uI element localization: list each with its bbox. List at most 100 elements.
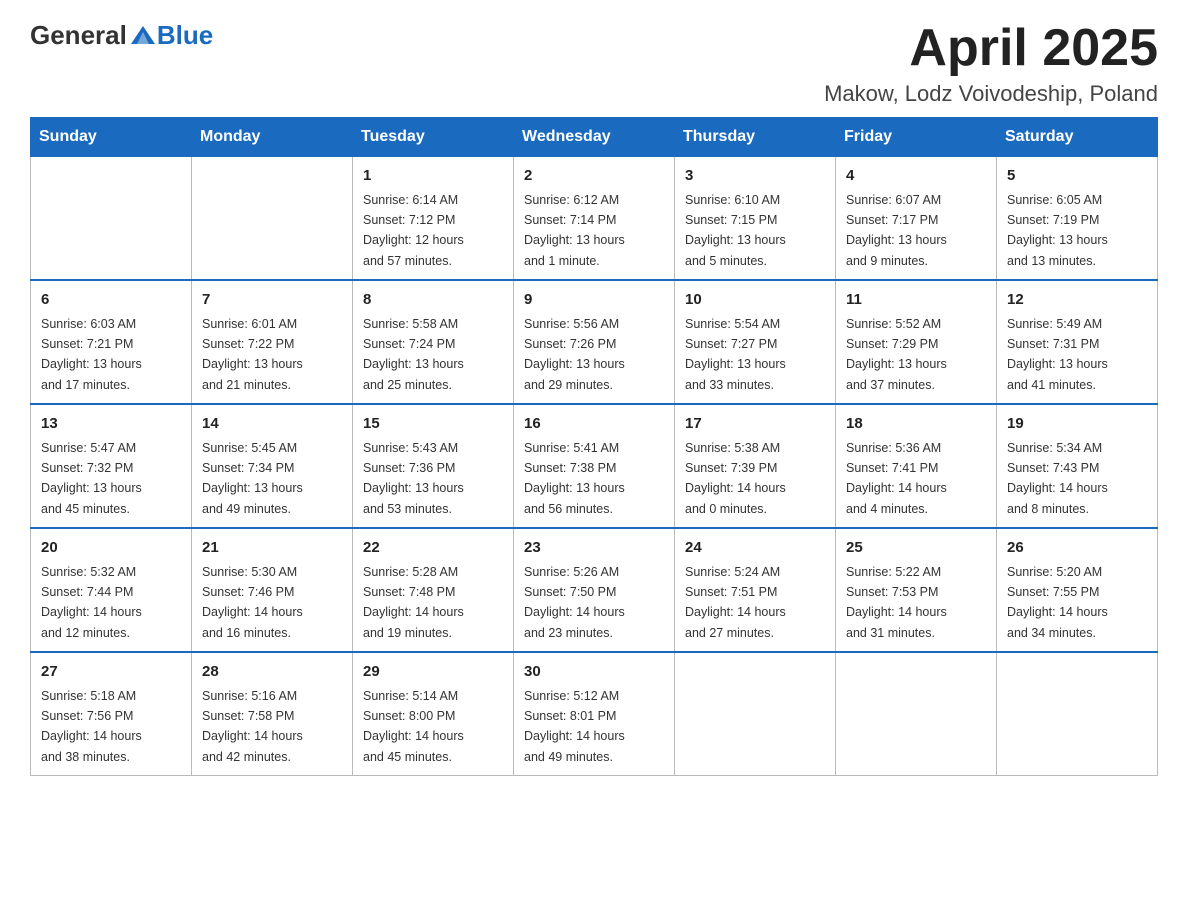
day-info: Sunrise: 6:01 AM Sunset: 7:22 PM Dayligh…: [202, 317, 303, 392]
calendar-cell: [836, 652, 997, 776]
page-header: General Blue April 2025 Makow, Lodz Voiv…: [30, 20, 1158, 107]
day-number: 14: [202, 413, 342, 436]
day-info: Sunrise: 5:22 AM Sunset: 7:53 PM Dayligh…: [846, 565, 947, 640]
calendar-week-row: 6Sunrise: 6:03 AM Sunset: 7:21 PM Daylig…: [31, 280, 1158, 404]
day-info: Sunrise: 5:26 AM Sunset: 7:50 PM Dayligh…: [524, 565, 625, 640]
day-number: 12: [1007, 289, 1147, 312]
calendar-cell: 12 Sunrise: 5:49 AM Sunset: 7:31 PM Dayli…: [997, 280, 1158, 404]
day-number: 21: [202, 537, 342, 560]
day-number: 11: [846, 289, 986, 312]
calendar-cell: 9 Sunrise: 5:56 AM Sunset: 7:26 PM Daylig…: [514, 280, 675, 404]
day-info: Sunrise: 6:10 AM Sunset: 7:15 PM Dayligh…: [685, 193, 786, 268]
calendar-cell: 10 Sunrise: 5:54 AM Sunset: 7:27 PM Dayli…: [675, 280, 836, 404]
calendar-cell: 17 Sunrise: 5:38 AM Sunset: 7:39 PM Dayli…: [675, 404, 836, 528]
calendar-cell: [997, 652, 1158, 776]
calendar-week-row: 1 Sunrise: 6:14 AM Sunset: 7:12 PM Daylig…: [31, 157, 1158, 281]
day-number: 17: [685, 413, 825, 436]
logo-general-text: General: [30, 20, 127, 51]
calendar-header: SundayMondayTuesdayWednesdayThursdayFrid…: [31, 118, 1158, 157]
calendar-cell: 4Sunrise: 6:07 AM Sunset: 7:17 PM Daylig…: [836, 157, 997, 281]
calendar-cell: 2 Sunrise: 6:12 AM Sunset: 7:14 PM Daylig…: [514, 157, 675, 281]
day-number: 24: [685, 537, 825, 560]
day-number: 4: [846, 165, 986, 188]
weekday-header-row: SundayMondayTuesdayWednesdayThursdayFrid…: [31, 118, 1158, 157]
calendar-cell: 21 Sunrise: 5:30 AM Sunset: 7:46 PM Dayli…: [192, 528, 353, 652]
calendar-cell: 26Sunrise: 5:20 AM Sunset: 7:55 PM Dayli…: [997, 528, 1158, 652]
calendar-cell: 3 Sunrise: 6:10 AM Sunset: 7:15 PM Daylig…: [675, 157, 836, 281]
calendar-cell: 14 Sunrise: 5:45 AM Sunset: 7:34 PM Dayli…: [192, 404, 353, 528]
day-number: 15: [363, 413, 503, 436]
day-number: 29: [363, 661, 503, 684]
day-info: Sunrise: 5:28 AM Sunset: 7:48 PM Dayligh…: [363, 565, 464, 640]
day-number: 1: [363, 165, 503, 188]
calendar-cell: 22 Sunrise: 5:28 AM Sunset: 7:48 PM Dayli…: [353, 528, 514, 652]
day-info: Sunrise: 5:38 AM Sunset: 7:39 PM Dayligh…: [685, 441, 786, 516]
day-info: Sunrise: 5:12 AM Sunset: 8:01 PM Dayligh…: [524, 689, 625, 764]
day-number: 20: [41, 537, 181, 560]
calendar-cell: 27 Sunrise: 5:18 AM Sunset: 7:56 PM Dayli…: [31, 652, 192, 776]
calendar-cell: 16 Sunrise: 5:41 AM Sunset: 7:38 PM Dayli…: [514, 404, 675, 528]
calendar-cell: 13 Sunrise: 5:47 AM Sunset: 7:32 PM Dayli…: [31, 404, 192, 528]
weekday-header-saturday: Saturday: [997, 118, 1158, 157]
calendar-cell: 7Sunrise: 6:01 AM Sunset: 7:22 PM Daylig…: [192, 280, 353, 404]
day-info: Sunrise: 5:16 AM Sunset: 7:58 PM Dayligh…: [202, 689, 303, 764]
day-number: 26: [1007, 537, 1147, 560]
location-subtitle: Makow, Lodz Voivodeship, Poland: [824, 81, 1158, 107]
calendar-week-row: 27 Sunrise: 5:18 AM Sunset: 7:56 PM Dayli…: [31, 652, 1158, 776]
calendar-cell: 18Sunrise: 5:36 AM Sunset: 7:41 PM Dayli…: [836, 404, 997, 528]
calendar-table: SundayMondayTuesdayWednesdayThursdayFrid…: [30, 117, 1158, 776]
day-number: 10: [685, 289, 825, 312]
calendar-cell: 23 Sunrise: 5:26 AM Sunset: 7:50 PM Dayli…: [514, 528, 675, 652]
weekday-header-monday: Monday: [192, 118, 353, 157]
day-number: 6: [41, 289, 181, 312]
month-title: April 2025: [824, 20, 1158, 77]
day-number: 16: [524, 413, 664, 436]
day-info: Sunrise: 5:52 AM Sunset: 7:29 PM Dayligh…: [846, 317, 947, 392]
weekday-header-tuesday: Tuesday: [353, 118, 514, 157]
day-info: Sunrise: 5:34 AM Sunset: 7:43 PM Dayligh…: [1007, 441, 1108, 516]
day-info: Sunrise: 5:14 AM Sunset: 8:00 PM Dayligh…: [363, 689, 464, 764]
day-number: 30: [524, 661, 664, 684]
day-number: 22: [363, 537, 503, 560]
weekday-header-wednesday: Wednesday: [514, 118, 675, 157]
calendar-cell: 30 Sunrise: 5:12 AM Sunset: 8:01 PM Dayli…: [514, 652, 675, 776]
day-info: Sunrise: 5:49 AM Sunset: 7:31 PM Dayligh…: [1007, 317, 1108, 392]
day-number: 19: [1007, 413, 1147, 436]
day-info: Sunrise: 5:30 AM Sunset: 7:46 PM Dayligh…: [202, 565, 303, 640]
day-number: 8: [363, 289, 503, 312]
day-info: Sunrise: 5:54 AM Sunset: 7:27 PM Dayligh…: [685, 317, 786, 392]
day-number: 25: [846, 537, 986, 560]
logo-blue-text: Blue: [157, 20, 213, 51]
calendar-cell: 11 Sunrise: 5:52 AM Sunset: 7:29 PM Dayli…: [836, 280, 997, 404]
day-info: Sunrise: 6:14 AM Sunset: 7:12 PM Dayligh…: [363, 193, 464, 268]
day-info: Sunrise: 5:32 AM Sunset: 7:44 PM Dayligh…: [41, 565, 142, 640]
day-info: Sunrise: 5:41 AM Sunset: 7:38 PM Dayligh…: [524, 441, 625, 516]
day-info: Sunrise: 6:05 AM Sunset: 7:19 PM Dayligh…: [1007, 193, 1108, 268]
day-info: Sunrise: 5:18 AM Sunset: 7:56 PM Dayligh…: [41, 689, 142, 764]
title-section: April 2025 Makow, Lodz Voivodeship, Pola…: [824, 20, 1158, 107]
calendar-cell: 25 Sunrise: 5:22 AM Sunset: 7:53 PM Dayli…: [836, 528, 997, 652]
day-number: 2: [524, 165, 664, 188]
calendar-cell: 15Sunrise: 5:43 AM Sunset: 7:36 PM Dayli…: [353, 404, 514, 528]
day-info: Sunrise: 5:47 AM Sunset: 7:32 PM Dayligh…: [41, 441, 142, 516]
day-number: 9: [524, 289, 664, 312]
calendar-cell: 19 Sunrise: 5:34 AM Sunset: 7:43 PM Dayli…: [997, 404, 1158, 528]
logo-icon: [129, 22, 157, 50]
calendar-cell: 6Sunrise: 6:03 AM Sunset: 7:21 PM Daylig…: [31, 280, 192, 404]
day-number: 23: [524, 537, 664, 560]
day-number: 3: [685, 165, 825, 188]
day-number: 18: [846, 413, 986, 436]
day-info: Sunrise: 5:45 AM Sunset: 7:34 PM Dayligh…: [202, 441, 303, 516]
day-number: 27: [41, 661, 181, 684]
calendar-cell: [31, 157, 192, 281]
calendar-cell: [675, 652, 836, 776]
day-info: Sunrise: 5:56 AM Sunset: 7:26 PM Dayligh…: [524, 317, 625, 392]
logo: General Blue: [30, 20, 213, 51]
day-info: Sunrise: 5:24 AM Sunset: 7:51 PM Dayligh…: [685, 565, 786, 640]
calendar-cell: 5 Sunrise: 6:05 AM Sunset: 7:19 PM Daylig…: [997, 157, 1158, 281]
calendar-week-row: 13 Sunrise: 5:47 AM Sunset: 7:32 PM Dayli…: [31, 404, 1158, 528]
day-number: 13: [41, 413, 181, 436]
calendar-cell: 28Sunrise: 5:16 AM Sunset: 7:58 PM Dayli…: [192, 652, 353, 776]
day-info: Sunrise: 6:12 AM Sunset: 7:14 PM Dayligh…: [524, 193, 625, 268]
day-number: 5: [1007, 165, 1147, 188]
